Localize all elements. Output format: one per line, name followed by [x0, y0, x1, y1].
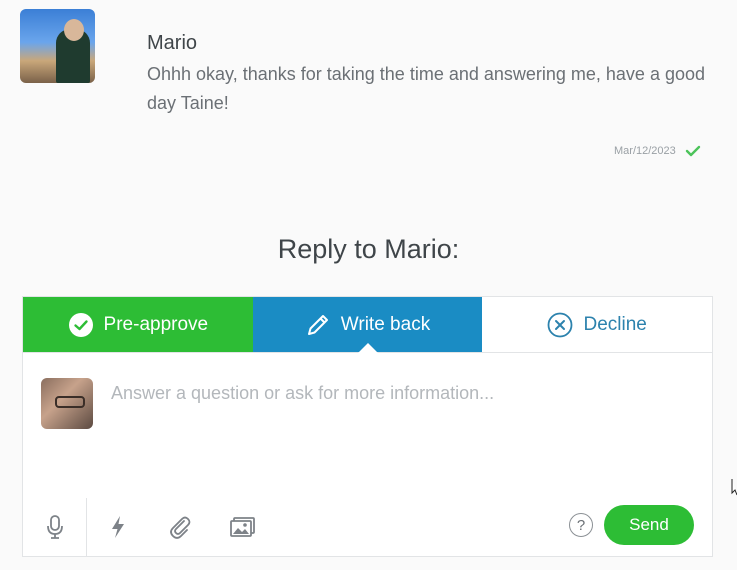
toolbar-divider — [86, 498, 87, 556]
pencil-icon — [305, 312, 331, 338]
message-date: Mar/12/2023 — [614, 145, 676, 157]
sender-name: Mario — [147, 32, 198, 54]
help-icon[interactable]: ? — [569, 513, 593, 537]
composer-toolbar: ? Send — [23, 498, 712, 556]
sender-avatar — [20, 9, 95, 83]
tab-decline[interactable]: Decline — [482, 297, 713, 352]
reply-title: Reply to Mario: — [277, 234, 460, 264]
reply-input[interactable] — [109, 381, 693, 475]
tab-write-back[interactable]: Write back — [252, 297, 483, 353]
paperclip-icon[interactable] — [165, 512, 195, 542]
lightning-icon[interactable] — [103, 512, 133, 542]
x-circle-icon — [547, 312, 573, 338]
microphone-icon[interactable] — [40, 512, 70, 542]
tab-pre-approve-label: Pre-approve — [103, 313, 209, 335]
tab-decline-label: Decline — [583, 313, 647, 335]
message-text: Ohhh okay, thanks for taking the time an… — [147, 64, 705, 113]
tab-pre-approve[interactable]: Pre-approve — [23, 297, 253, 352]
tab-write-back-label: Write back — [340, 313, 431, 335]
check-circle-icon — [68, 312, 94, 338]
image-icon[interactable] — [228, 512, 258, 542]
send-button[interactable]: Send — [604, 505, 694, 545]
reply-composer: ? Send — [22, 353, 713, 557]
check-icon — [685, 145, 701, 157]
mouse-cursor-icon — [731, 479, 737, 496]
reply-tabs: Pre-approve Write back Decline — [22, 296, 713, 353]
user-avatar — [41, 378, 93, 429]
